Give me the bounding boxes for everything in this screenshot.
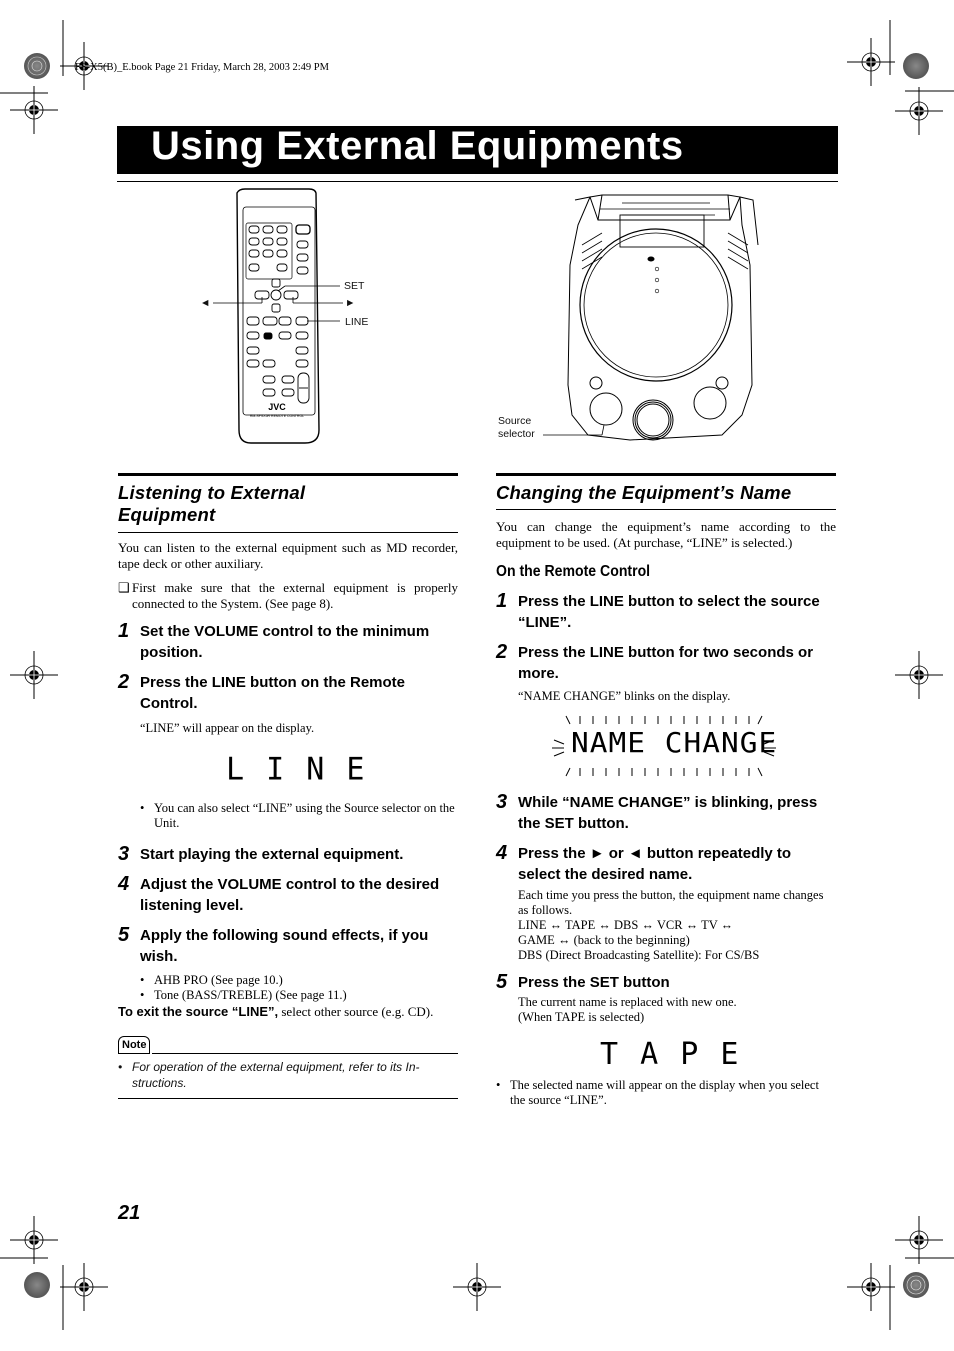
crosshair-mark (59, 1262, 109, 1312)
set-callout-label: SET (344, 280, 365, 292)
cycle-item: TAPE (565, 918, 596, 932)
crosshair-mark (9, 1215, 59, 1265)
grain-mark-bottom-left (24, 1272, 50, 1298)
starburst-mark-bottom-right (903, 1272, 929, 1298)
lcd-display-name-change: NAME CHANGE (496, 710, 836, 780)
section-top-rule (118, 473, 458, 476)
cycle-line: GAME ↔ (back to the beginning) (518, 933, 836, 948)
section-top-rule (496, 473, 836, 476)
step-item: 3 Start playing the external equipment. (118, 843, 404, 865)
dbs-note: DBS (Direct Broadcasting Satellite): For… (518, 948, 760, 962)
cycle-item: DBS (614, 918, 639, 932)
step-item: 4 Adjust the VOLUME control to the desir… (118, 873, 440, 914)
double-arrow-icon: ↔ (638, 918, 657, 932)
heading-line-1: Listening to External (118, 482, 306, 503)
crosshair-mark (846, 37, 896, 87)
double-arrow-icon: ↔ (554, 933, 574, 947)
crosshair-mark (894, 650, 944, 700)
step-item: 4 Press the ► or ◄ button repeatedly to … (496, 842, 792, 883)
step-detail: “NAME CHANGE” blinks on the display. (518, 689, 731, 703)
crosshair-mark (894, 1215, 944, 1265)
blink-ray (565, 767, 571, 777)
right-arrow-icon: ► (345, 297, 356, 309)
double-arrow-icon: ↔ (546, 918, 565, 932)
double-arrow-icon: ↔ (682, 918, 702, 932)
cycle-item: GAME (518, 933, 555, 947)
bullet-item: • AHB PRO (See page 10.) (140, 973, 283, 987)
name-cycle-sequence: LINE ↔ TAPE ↔ DBS ↔ VCR ↔ TV ↔ GAME ↔ (b… (518, 918, 836, 948)
crosshair-mark (846, 1262, 896, 1312)
blink-ray (757, 767, 763, 777)
exit-instruction: To exit the source “LINE”, select other … (118, 1004, 434, 1019)
line-callout-label: LINE (345, 316, 369, 328)
note-block-header: Note (118, 1036, 458, 1054)
lcd-display-line: L I N E (226, 751, 367, 788)
step-item: 1 Press the LINE button to select the so… (496, 590, 820, 631)
source-selector-callout-label: Source selector (498, 415, 535, 441)
effects-list: • AHB PRO (See page 10.) • Tone (BASS/TREB… (140, 973, 458, 1003)
crosshair-mark (894, 86, 944, 136)
lcd-display-tape: T A P E (600, 1037, 741, 1072)
checkbox-icon: ❑ (118, 580, 130, 595)
step-item: 5 Apply the following sound effects, if … (118, 924, 429, 965)
page-number: 21 (118, 1202, 141, 1224)
prerequisite-note: ❑ First make sure that the external equi… (118, 580, 458, 611)
cycle-item: VCR (656, 918, 683, 932)
step-item: 2 Press the LINE button on the Remote Co… (118, 671, 406, 712)
page-title-bar: Using External Equipments (117, 124, 838, 174)
title-rule (117, 181, 838, 182)
blink-ray (553, 751, 565, 757)
section-bottom-rule (118, 532, 458, 533)
section-listening-external: Listening to External Equipment You can … (118, 473, 458, 1099)
double-arrow-icon: ↔ (717, 918, 734, 932)
book-meta-line: FS-X5(B)_E.book Page 21 Friday, March 28… (75, 62, 329, 73)
note-rule (152, 1053, 458, 1054)
blink-ray (757, 715, 763, 725)
crosshair-mark (9, 650, 59, 700)
subheading-remote-control: On the Remote Control (496, 563, 651, 580)
bullet-item: • Tone (BASS/TREBLE) (See page 11.) (140, 988, 347, 1002)
callout-line-1: Source (498, 415, 532, 427)
bullet-item: • You can also select “LINE” using the So… (140, 801, 455, 830)
main-unit-illustration (543, 194, 759, 441)
detail-line-1: The current name is replaced with new on… (518, 995, 737, 1009)
cycle-line: LINE ↔ TAPE ↔ DBS ↔ VCR ↔ TV ↔ (518, 918, 836, 933)
step-item: 1 Set the VOLUME control to the mini­mum… (118, 620, 430, 661)
detail-line-2: (When TAPE is selected) (518, 1010, 645, 1024)
step-detail: Each time you press the button, the equi… (518, 888, 836, 963)
note-item: • For operation of the external equipment… (118, 1060, 420, 1090)
section-changing-name: Changing the Equipment’s Name You can ch… (496, 473, 836, 1108)
cycle-end-note: (back to the beginning) (573, 933, 690, 947)
step-item: 2 Press the LINE button for two seconds … (496, 641, 814, 682)
step-detail: The current name is replaced with new on… (518, 995, 836, 1025)
page-title: Using External Equipments (151, 124, 684, 168)
intro-paragraph: You can change the equipment’s name acco… (496, 519, 836, 550)
section-heading: Changing the Equipment’s Name (496, 482, 792, 503)
cycle-item: LINE (518, 918, 547, 932)
step-item: 3 While “NAME CHANGE” is blinking, press… (496, 791, 818, 832)
grain-mark-top-right (903, 53, 929, 79)
blink-ray (553, 739, 565, 745)
blink-ray (565, 715, 571, 725)
heading-line-2: Equipment (118, 504, 216, 525)
intro-paragraph: You can listen to the external equipment… (118, 540, 458, 571)
crosshair-mark (452, 1262, 502, 1312)
note-book-icon: Note (118, 1036, 151, 1054)
remote-brand-label: JVC (268, 402, 286, 412)
lcd-text: NAME CHANGE (571, 726, 778, 759)
detail-text: Each time you press the button, the equi… (518, 888, 824, 917)
section-heading: Listening to External Equipment (118, 482, 458, 526)
callout-line-2: selector (498, 428, 535, 440)
starburst-mark-top-left (24, 53, 50, 79)
step-detail: “LINE” will appear on the display. (140, 721, 315, 735)
step-item: 5 Press the SET button (496, 971, 670, 993)
note-bottom-rule (118, 1098, 458, 1099)
bullet-item: • The selected name will appear on the di… (496, 1078, 819, 1107)
remote-model-label: RM-SFSX5R REMOTE CONTROL (250, 414, 304, 418)
cycle-item: TV (701, 918, 718, 932)
section-bottom-rule (496, 509, 836, 510)
left-arrow-icon: ◄ (200, 297, 211, 309)
double-arrow-icon: ↔ (595, 918, 614, 932)
